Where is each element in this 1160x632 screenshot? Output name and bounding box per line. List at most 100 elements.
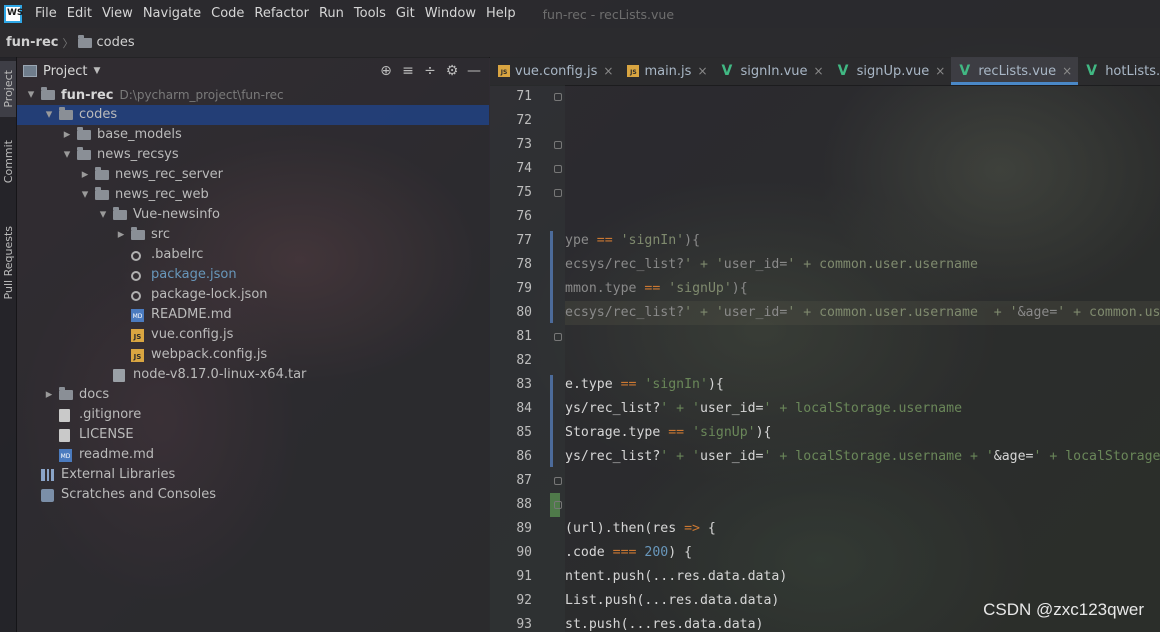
tree-item-label: package-lock.json bbox=[151, 285, 268, 305]
chevron-down-icon[interactable]: ▼ bbox=[93, 66, 100, 76]
fold-marker-icon[interactable] bbox=[554, 165, 562, 173]
tree-item-text: Scratches and Consoles bbox=[61, 487, 217, 502]
editor-tab-label: hotLists.vue bbox=[1105, 63, 1160, 79]
hide-panel-icon[interactable]: — bbox=[463, 63, 485, 79]
code-line[interactable]: ys/rec_list?' + 'user_id=' + localStorag… bbox=[565, 397, 962, 421]
menu-git[interactable]: Git bbox=[391, 0, 420, 28]
close-icon[interactable]: × bbox=[1062, 64, 1072, 78]
close-icon[interactable]: × bbox=[935, 64, 945, 78]
code-line[interactable]: ntent.push(...res.data.data) bbox=[565, 565, 787, 589]
chevron-down-icon[interactable]: ▾ bbox=[97, 205, 109, 225]
editor-tab[interactable]: VrecLists.vue × bbox=[951, 57, 1079, 85]
locate-file-icon[interactable]: ⊕ bbox=[375, 63, 397, 79]
tree-item-text: fun-rec bbox=[61, 88, 114, 103]
webstorm-logo-icon: WS bbox=[4, 5, 23, 23]
tree-item[interactable]: node-v8.17.0-linux-x64.tar bbox=[17, 365, 489, 385]
menu-code[interactable]: Code bbox=[206, 0, 249, 28]
menu-view[interactable]: View bbox=[97, 0, 138, 28]
tree-item-text: news_recsys bbox=[97, 147, 179, 162]
tree-item[interactable]: ▾ news_rec_web bbox=[17, 185, 489, 205]
fold-marker-icon[interactable] bbox=[554, 93, 562, 101]
tree-item[interactable]: JS webpack.config.js bbox=[17, 345, 489, 365]
code-line[interactable]: List.push(...res.data.data) bbox=[565, 589, 779, 613]
fold-marker-icon[interactable] bbox=[554, 477, 562, 485]
js-file-icon: JS bbox=[131, 349, 144, 362]
code-line[interactable]: ys/rec_list?' + 'user_id=' + localStorag… bbox=[565, 445, 1160, 469]
menu-window[interactable]: Window bbox=[420, 0, 481, 28]
gear-icon[interactable]: ⚙ bbox=[441, 63, 463, 79]
fold-marker-icon[interactable] bbox=[554, 501, 562, 509]
fold-marker-icon[interactable] bbox=[554, 189, 562, 197]
code-line[interactable]: ype == 'signIn'){ bbox=[565, 229, 700, 253]
tree-item-text: vue.config.js bbox=[151, 327, 234, 342]
menu-navigate[interactable]: Navigate bbox=[138, 0, 206, 28]
tree-item-text: External Libraries bbox=[61, 467, 176, 482]
tree-item[interactable]: MD readme.md bbox=[17, 445, 489, 465]
tree-item[interactable]: .gitignore bbox=[17, 405, 489, 425]
vcs-change-marker[interactable] bbox=[550, 231, 553, 323]
menu-tools[interactable]: Tools bbox=[349, 0, 391, 28]
code-line[interactable]: Storage.type == 'signUp'){ bbox=[565, 421, 771, 445]
breadcrumb-root[interactable]: fun-rec bbox=[6, 35, 59, 50]
tree-item[interactable]: External Libraries bbox=[17, 465, 489, 485]
tool-tab-commit[interactable]: Commit bbox=[0, 137, 16, 187]
tree-item-text: Vue-newsinfo bbox=[133, 207, 220, 222]
code-line[interactable]: mmon.type == 'signUp'){ bbox=[565, 277, 748, 301]
editor-tab[interactable]: JS vue.config.js × bbox=[490, 57, 619, 85]
breadcrumb-codes[interactable]: codes bbox=[97, 35, 135, 50]
editor-tab[interactable]: VsignUp.vue × bbox=[830, 57, 952, 85]
code-line[interactable]: ecsys/rec_list?' + 'user_id=' + common.u… bbox=[565, 253, 978, 277]
chevron-down-icon[interactable]: ▾ bbox=[61, 145, 73, 165]
editor-tab[interactable]: JS main.js × bbox=[619, 57, 713, 85]
tree-item[interactable]: JS vue.config.js bbox=[17, 325, 489, 345]
menu-edit[interactable]: Edit bbox=[62, 0, 97, 28]
tree-item[interactable]: ▾ fun-rec D:\pycharm_project\fun-rec bbox=[17, 85, 489, 105]
menu-run[interactable]: Run bbox=[314, 0, 349, 28]
chevron-right-icon[interactable]: ▸ bbox=[115, 225, 127, 245]
code-line[interactable]: st.push(...res.data.data) bbox=[565, 613, 764, 632]
editor-tab[interactable]: VhotLists.vue× bbox=[1078, 57, 1160, 85]
code-line[interactable]: .code === 200) { bbox=[565, 541, 692, 565]
tree-item[interactable]: package.json bbox=[17, 265, 489, 285]
chevron-right-icon[interactable]: ▸ bbox=[79, 165, 91, 185]
tree-item[interactable]: ▾ codes bbox=[17, 105, 489, 125]
chevron-down-icon[interactable]: ▾ bbox=[25, 85, 37, 105]
tree-item[interactable]: package-lock.json bbox=[17, 285, 489, 305]
chevron-down-icon[interactable]: ▾ bbox=[43, 105, 55, 125]
tree-item[interactable]: ▸ base_models bbox=[17, 125, 489, 145]
close-icon[interactable]: × bbox=[814, 64, 824, 78]
line-number: 93 bbox=[516, 617, 532, 632]
tree-item[interactable]: ▾ Vue-newsinfo bbox=[17, 205, 489, 225]
fold-marker-icon[interactable] bbox=[554, 141, 562, 149]
menu-file[interactable]: File bbox=[30, 0, 62, 28]
chevron-right-icon[interactable]: ▸ bbox=[61, 125, 73, 145]
collapse-all-icon[interactable]: ÷ bbox=[419, 63, 441, 79]
tree-item[interactable]: ▾ news_recsys bbox=[17, 145, 489, 165]
menu-help[interactable]: Help bbox=[481, 0, 521, 28]
tool-tab-project[interactable]: Project bbox=[0, 61, 16, 117]
close-icon[interactable]: × bbox=[697, 64, 707, 78]
menu-refactor[interactable]: Refactor bbox=[249, 0, 314, 28]
editor-tab[interactable]: VsignIn.vue × bbox=[714, 57, 830, 85]
tree-item[interactable]: .babelrc bbox=[17, 245, 489, 265]
chevron-right-icon[interactable]: ▸ bbox=[43, 385, 55, 405]
code-editor[interactable]: ype == 'signIn'){ecsys/rec_list?' + 'use… bbox=[565, 85, 1160, 632]
expand-all-icon[interactable]: ≡ bbox=[397, 63, 419, 79]
vcs-change-marker[interactable] bbox=[550, 375, 553, 467]
file-icon bbox=[59, 429, 70, 442]
project-panel-title[interactable]: Project bbox=[43, 64, 87, 79]
tree-item[interactable]: LICENSE bbox=[17, 425, 489, 445]
code-line[interactable]: e.type == 'signIn'){ bbox=[565, 373, 724, 397]
tool-tab-pull-requests[interactable]: Pull Requests bbox=[0, 215, 16, 311]
tree-item[interactable]: ▸ docs bbox=[17, 385, 489, 405]
tree-item[interactable]: ▸ news_rec_server bbox=[17, 165, 489, 185]
tree-item[interactable]: ▸ src bbox=[17, 225, 489, 245]
code-line[interactable]: (url).then(res => { bbox=[565, 517, 716, 541]
tree-item[interactable]: Scratches and Consoles bbox=[17, 485, 489, 505]
close-icon[interactable]: × bbox=[603, 64, 613, 78]
code-line[interactable]: ecsys/rec_list?' + 'user_id=' + common.u… bbox=[565, 301, 1160, 325]
line-number: 74 bbox=[516, 161, 532, 176]
tree-item[interactable]: MD README.md bbox=[17, 305, 489, 325]
fold-marker-icon[interactable] bbox=[554, 333, 562, 341]
chevron-down-icon[interactable]: ▾ bbox=[79, 185, 91, 205]
